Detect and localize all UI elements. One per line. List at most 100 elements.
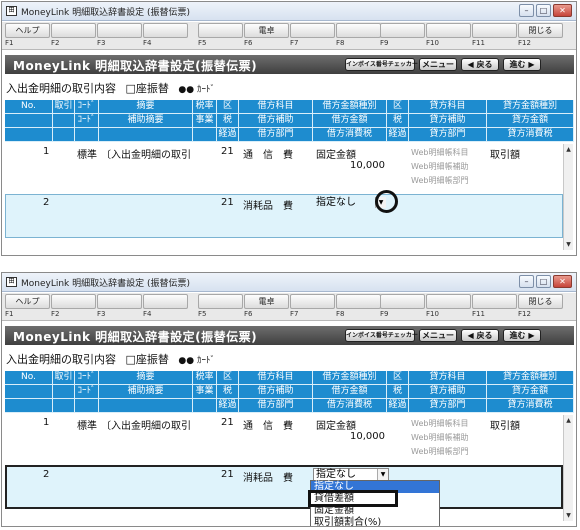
fkey-f3-button[interactable] — [97, 23, 142, 38]
kari-kamoku-cell[interactable]: 消耗品 費 — [243, 197, 293, 212]
fkey-f7-button[interactable] — [290, 294, 335, 309]
fkey-f11-button[interactable] — [472, 294, 517, 309]
col-kari-shubetsu-header: 借方金額種別 — [313, 100, 387, 114]
zei-cell[interactable]: 21 — [221, 146, 234, 157]
fkey-number: F12 — [518, 39, 531, 47]
header-cell — [193, 128, 217, 142]
col-jigyo-header: 事業 — [193, 385, 217, 399]
fkey-f8-button[interactable] — [336, 23, 381, 38]
scroll-up-icon[interactable]: ▲ — [564, 416, 573, 425]
next-button[interactable]: 進む ▶ — [503, 58, 541, 71]
col-ku2-header: 区 — [387, 100, 409, 114]
maximize-button[interactable]: □ — [536, 4, 551, 17]
col-kashi-kingaku-header: 貸方金額 — [487, 114, 574, 128]
kashi-bumon-cell[interactable]: Web明細帳部門 — [411, 175, 468, 186]
minimize-button[interactable]: – — [519, 4, 534, 17]
table-row[interactable]: 1 標準 〔入出金明細の取引 21 通 信 費 固定金額 10,000 Web明… — [5, 415, 574, 463]
fkey-f2-button[interactable] — [51, 23, 96, 38]
invoice-checker-button[interactable]: インボイス番号チェッカー — [345, 329, 418, 342]
fkey-f6-button[interactable]: 電卓 — [244, 23, 289, 38]
page-title: MoneyLink 明細取込辞書設定(振替伝票) — [13, 59, 258, 73]
function-key-bar: ヘルプ F1 F2 F3 F4 F5 電卓 F6 F7 F8 F9 F10 F11 … — [2, 293, 576, 321]
kari-shubetsu-cell[interactable]: 固定金額 — [316, 417, 356, 432]
fkey-f10-button[interactable] — [426, 23, 471, 38]
fkey-f12-close-button[interactable]: 閉じる — [518, 294, 563, 309]
col-tekiyo-header: 摘要 — [99, 371, 193, 385]
col-kari-bumon-header: 借方部門 — [239, 128, 313, 142]
scroll-up-icon[interactable]: ▲ — [564, 145, 573, 154]
fkey-f11-button[interactable] — [472, 23, 517, 38]
back-button[interactable]: ◀ 戻る — [461, 329, 499, 342]
fkey-f9-button[interactable] — [380, 23, 425, 38]
fkey-f5-button[interactable] — [198, 294, 243, 309]
kari-kamoku-cell[interactable]: 消耗品 費 — [243, 469, 293, 484]
fkey-f5-button[interactable] — [198, 23, 243, 38]
invoice-checker-button[interactable]: インボイス番号チェッカー — [345, 58, 418, 71]
zei-cell[interactable]: 21 — [221, 469, 234, 480]
back-button[interactable]: ◀ 戻る — [461, 58, 499, 71]
kari-kingaku-cell[interactable]: 10,000 — [350, 431, 385, 442]
zei-cell[interactable]: 21 — [221, 197, 234, 208]
torihiki-cell[interactable]: 標準 — [77, 146, 97, 161]
kari-kingaku-cell[interactable]: 10,000 — [350, 160, 385, 171]
fkey-f8-button[interactable] — [336, 294, 381, 309]
vertical-scrollbar[interactable]: ▲ ▼ — [563, 415, 573, 521]
menu-button[interactable]: メニュー — [419, 329, 457, 342]
chevron-down-icon[interactable]: ▼ — [377, 469, 388, 480]
col-kari-hojo-header: 借方補助 — [239, 385, 313, 399]
kashi-hojo-cell[interactable]: Web明細帳補助 — [411, 161, 468, 172]
kari-shubetsu-cell[interactable]: 固定金額 — [316, 146, 356, 161]
col-torihiki-header: 取引 — [53, 371, 75, 385]
table-row-selected[interactable]: 2 21 消耗品 費 指定なし ▼ — [5, 465, 563, 509]
vertical-scrollbar[interactable]: ▲ ▼ — [563, 144, 573, 250]
zei-cell[interactable]: 21 — [221, 417, 234, 428]
fkey-f6-button[interactable]: 電卓 — [244, 294, 289, 309]
tekiyo-cell[interactable]: 〔入出金明細の取引 — [101, 146, 193, 161]
maximize-button[interactable]: □ — [536, 275, 551, 288]
fkey-number: F2 — [51, 39, 60, 47]
col-zei2-header: 税 — [387, 385, 409, 399]
col-kashi-shubetsu-header: 貸方金額種別 — [487, 100, 574, 114]
kari-kamoku-cell[interactable]: 通 信 費 — [243, 146, 293, 161]
torihiki-cell[interactable]: 標準 — [77, 417, 97, 432]
header-cell — [99, 399, 193, 413]
fkey-number: F5 — [198, 310, 207, 318]
account-transfer-text[interactable]: □座振替 — [126, 82, 169, 95]
fkey-f12-close-button[interactable]: 閉じる — [518, 23, 563, 38]
fkey-f1-button[interactable]: ヘルプ — [5, 294, 50, 309]
kashi-shubetsu-cell[interactable]: 取引額 — [490, 417, 520, 432]
fkey-f9-button[interactable] — [380, 294, 425, 309]
tekiyo-cell[interactable]: 〔入出金明細の取引 — [101, 417, 193, 432]
card-text: ●● ｶｰﾄﾞ — [178, 356, 215, 366]
table-row-selected[interactable]: 2 21 消耗品 費 指定なし ▼ — [5, 194, 563, 238]
close-button[interactable]: ✕ — [553, 4, 572, 17]
dropdown-option[interactable]: 取引額割合(%) — [311, 517, 439, 526]
close-button[interactable]: ✕ — [553, 275, 572, 288]
kashi-kamoku-cell[interactable]: Web明細帳科目 — [411, 418, 468, 429]
kashi-shubetsu-cell[interactable]: 取引額 — [490, 146, 520, 161]
fkey-f10-button[interactable] — [426, 294, 471, 309]
fkey-f7-button[interactable] — [290, 23, 335, 38]
fkey-f4-button[interactable] — [143, 294, 188, 309]
fkey-f1-button[interactable]: ヘルプ — [5, 23, 50, 38]
scroll-down-icon[interactable]: ▼ — [564, 240, 573, 249]
fkey-f3-button[interactable] — [97, 294, 142, 309]
kashi-kamoku-cell[interactable]: Web明細帳科目 — [411, 147, 468, 158]
kashi-hojo-cell[interactable]: Web明細帳補助 — [411, 432, 468, 443]
menu-button[interactable]: メニュー — [419, 58, 457, 71]
scroll-down-icon[interactable]: ▼ — [564, 511, 573, 520]
col-kashi-hojo-header: 貸方補助 — [409, 385, 487, 399]
header-cell — [75, 128, 99, 142]
minimize-button[interactable]: – — [519, 275, 534, 288]
kari-kamoku-cell[interactable]: 通 信 費 — [243, 417, 293, 432]
kashi-bumon-cell[interactable]: Web明細帳部門 — [411, 446, 468, 457]
fkey-f2-button[interactable] — [51, 294, 96, 309]
col-kashi-bumon-header: 貸方部門 — [409, 399, 487, 413]
header-cell — [53, 128, 75, 142]
fkey-number: F12 — [518, 310, 531, 318]
col-kashi-hojo-header: 貸方補助 — [409, 114, 487, 128]
account-transfer-text[interactable]: □座振替 — [126, 353, 169, 366]
fkey-f4-button[interactable] — [143, 23, 188, 38]
next-button[interactable]: 進む ▶ — [503, 329, 541, 342]
table-row[interactable]: 1 標準 〔入出金明細の取引 21 通 信 費 固定金額 10,000 Web明… — [5, 144, 574, 192]
